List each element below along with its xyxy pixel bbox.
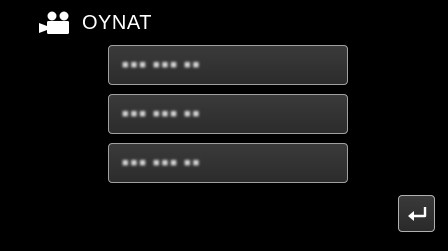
menu-item-2[interactable]: ■■■ ■■■ ■■ (108, 94, 348, 134)
video-camera-icon (39, 11, 69, 34)
menu-item-label: ■■■ ■■■ ■■ (122, 59, 202, 71)
page-title: OYNAT (82, 11, 152, 34)
header: OYNAT (38, 8, 152, 38)
playback-screen: OYNAT ■■■ ■■■ ■■ ■■■ ■■■ ■■ ■■■ ■■■ ■■ (0, 0, 448, 251)
return-arrow-icon (407, 206, 426, 221)
menu-item-3[interactable]: ■■■ ■■■ ■■ (108, 143, 348, 183)
menu-item-label: ■■■ ■■■ ■■ (122, 108, 202, 120)
back-button[interactable] (398, 195, 435, 232)
menu-item-label: ■■■ ■■■ ■■ (122, 157, 202, 169)
menu-item-1[interactable]: ■■■ ■■■ ■■ (108, 45, 348, 85)
